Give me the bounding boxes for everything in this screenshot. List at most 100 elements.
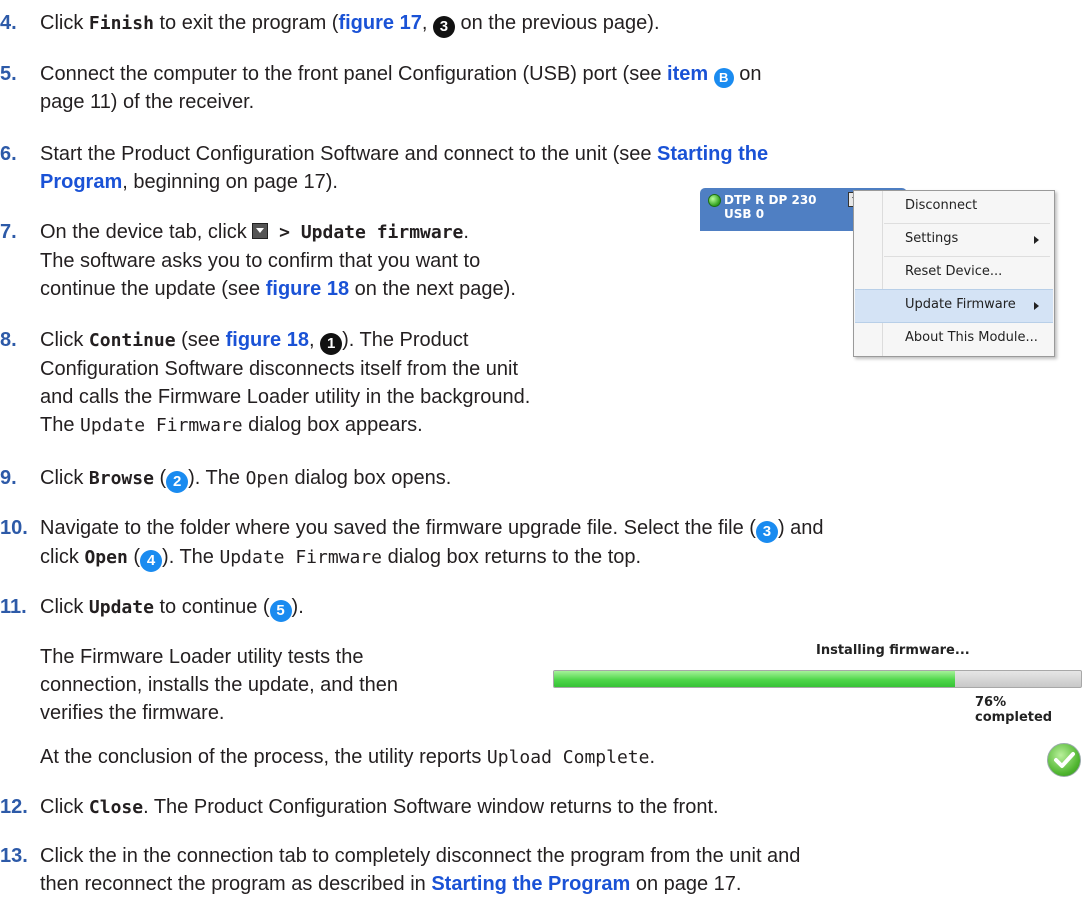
text: Click the in the connection tab to compl…: [40, 845, 801, 867]
item-link[interactable]: item: [667, 63, 708, 85]
submenu-arrow-icon: [1034, 236, 1039, 244]
text: ,: [308, 329, 321, 351]
text: Click: [40, 12, 89, 34]
starting-the-program-link[interactable]: Starting the: [657, 143, 768, 165]
step-text: Click the in the connection tab to compl…: [40, 842, 800, 898]
figure-17-link[interactable]: figure 17: [338, 12, 421, 34]
step-text: Connect the computer to the front panel …: [40, 60, 762, 116]
text: Click: [40, 467, 89, 489]
step-text: At the conclusion of the process, the ut…: [40, 743, 655, 772]
step-text: Click Finish to exit the program (figure…: [40, 9, 660, 38]
menu-item-label: About This Module...: [905, 330, 1038, 345]
text: on the next page).: [349, 278, 516, 300]
callout-5: 5: [269, 600, 292, 622]
progress-fill: [554, 671, 955, 687]
text: ) and: [777, 517, 824, 539]
finish-command: Finish: [88, 13, 154, 34]
menu-item-disconnect[interactable]: Disconnect: [855, 191, 1053, 223]
continue-command: Continue: [88, 330, 176, 351]
step-number: 9.: [0, 467, 17, 489]
step-number: 10.: [0, 517, 28, 539]
starting-the-program-link[interactable]: Starting the Program: [431, 873, 630, 895]
dropdown-arrow-icon: [252, 223, 269, 239]
menu-item-reset-device[interactable]: Reset Device...: [855, 257, 1053, 289]
step-text: Click Browse (2). The Open dialog box op…: [40, 464, 451, 493]
text: verifies the firmware.: [40, 702, 225, 724]
progress-status: 76% completed: [975, 695, 1053, 725]
step-number: 8.: [0, 329, 17, 351]
text: connection, installs the update, and the…: [40, 674, 399, 696]
submenu-arrow-icon: [1034, 302, 1039, 310]
callout-3-blue: 3: [755, 521, 778, 543]
text: The software asks you to confirm that yo…: [40, 250, 481, 272]
figure-18-link[interactable]: figure 18: [226, 329, 309, 351]
text: to continue (: [153, 596, 270, 618]
upload-complete-message: Upload Complete: [486, 747, 650, 768]
text: , beginning on page 17).: [122, 171, 338, 193]
step-text: Navigate to the folder where you saved t…: [40, 514, 824, 572]
text: Start the Product Configuration Software…: [40, 143, 658, 165]
close-command: Close: [88, 797, 144, 818]
update-command: Update: [88, 597, 154, 618]
text: Click: [40, 596, 89, 618]
text: on the previous page).: [454, 12, 660, 34]
step-number: 5.: [0, 63, 17, 85]
menu-item-settings[interactable]: Settings: [855, 224, 1053, 256]
text: continue the update (see: [40, 278, 266, 300]
menu-item-label: Reset Device...: [905, 264, 1003, 279]
menu-item-label: Settings: [905, 231, 959, 246]
text: (: [153, 467, 167, 489]
update-firmware-dialog-name: Update Firmware: [80, 415, 243, 436]
menu-item-about[interactable]: About This Module...: [855, 323, 1053, 355]
text: .: [463, 221, 469, 243]
step-text: Click Update to continue (5).: [40, 593, 304, 622]
text: At the conclusion of the process, the ut…: [40, 746, 487, 768]
text: ). The: [162, 546, 220, 568]
menu-item-label: Disconnect: [905, 198, 978, 213]
device-name: DTP R DP 230: [724, 193, 817, 207]
device-context-menu: Disconnect Settings Reset Device... Upda…: [853, 190, 1055, 357]
text: (: [127, 546, 141, 568]
callout-1: 1: [320, 333, 343, 355]
text: Navigate to the folder where you saved t…: [40, 517, 756, 539]
step-number: 4.: [0, 12, 17, 34]
device-port: USB 0: [724, 207, 765, 221]
menu-item-label: Update Firmware: [905, 297, 1016, 312]
text: click: [40, 546, 85, 568]
step-text: Click Continue (see figure 18, 1). The P…: [40, 326, 530, 440]
text: then reconnect the program as described …: [40, 873, 432, 895]
text: .: [649, 746, 656, 768]
text: The: [40, 414, 81, 436]
text: The Firmware Loader utility tests the: [40, 646, 364, 668]
text: and calls the Firmware Loader utility in…: [40, 386, 531, 408]
text: dialog box appears.: [242, 414, 423, 436]
step-number: 7.: [0, 221, 17, 243]
text: Click: [40, 329, 89, 351]
text: (see: [175, 329, 226, 351]
callout-2: 2: [166, 471, 189, 493]
menu-item-update-firmware[interactable]: Update Firmware: [855, 289, 1053, 323]
text: ). The Product: [342, 329, 469, 351]
callout-4: 4: [140, 550, 163, 572]
open-dialog-name: Open: [245, 468, 289, 489]
green-led-icon: [708, 194, 721, 207]
text: ,: [421, 12, 433, 34]
update-firmware-command: > Update firmware: [268, 222, 464, 243]
callout-b: B: [713, 68, 734, 88]
step-text: The Firmware Loader utility tests the co…: [40, 643, 398, 727]
text: dialog box returns to the top.: [382, 546, 642, 568]
callout-3: 3: [432, 16, 455, 38]
figure-18-link[interactable]: figure 18: [266, 278, 349, 300]
text: Configuration Software disconnects itsel…: [40, 358, 519, 380]
text: to exit the program (: [153, 12, 339, 34]
text: Connect the computer to the front panel …: [40, 63, 668, 85]
text: ).: [291, 596, 304, 618]
text: . The Product Configuration Software win…: [143, 796, 719, 818]
checkmark-glyph: [1054, 752, 1075, 768]
step-text: Click Close. The Product Configuration S…: [40, 793, 719, 822]
text: On the device tab, click: [40, 221, 253, 243]
step-number: 13.: [0, 845, 28, 867]
text: ). The: [188, 467, 246, 489]
starting-the-program-link-cont[interactable]: Program: [40, 171, 122, 193]
step-number: 12.: [0, 796, 28, 818]
